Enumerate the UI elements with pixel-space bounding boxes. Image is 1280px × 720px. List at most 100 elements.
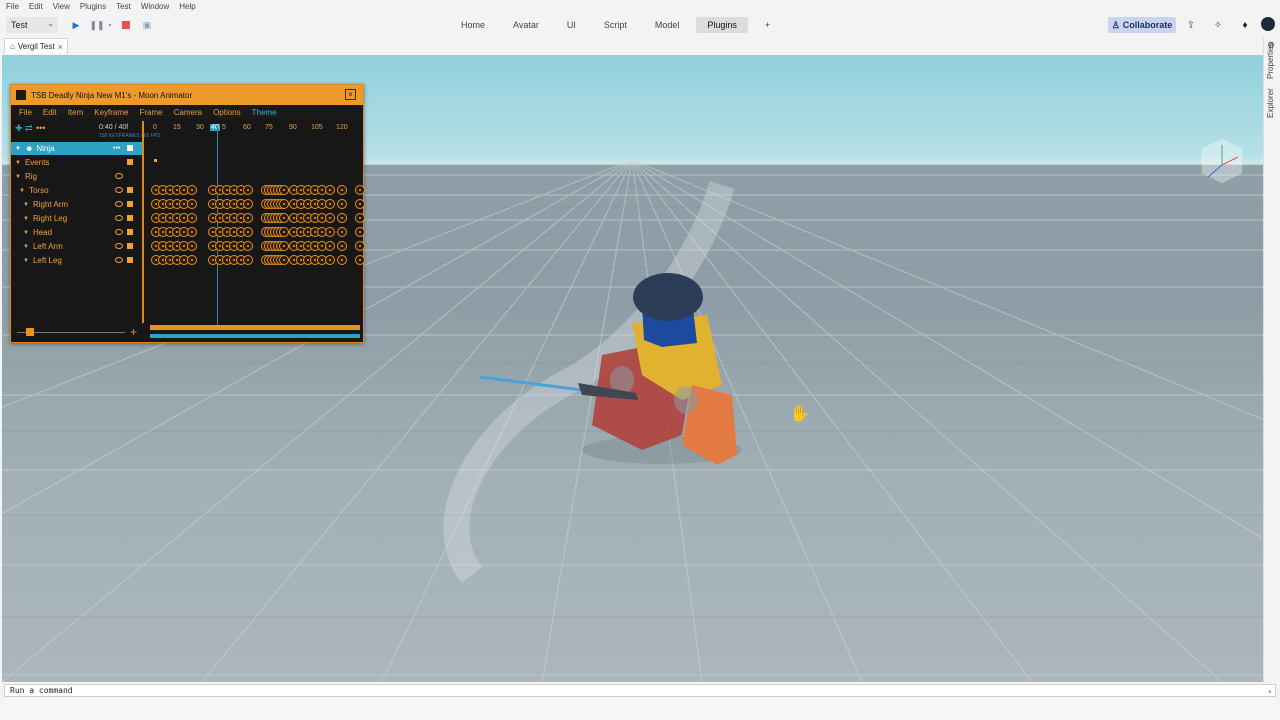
- keyframe-track[interactable]: [150, 240, 365, 253]
- expand-icon[interactable]: ▼: [15, 146, 21, 152]
- collaborate-button[interactable]: ♙ Collaborate: [1108, 17, 1176, 33]
- track-toggle-icon[interactable]: [127, 187, 133, 193]
- eye-icon[interactable]: [115, 201, 123, 207]
- expand-icon[interactable]: ▼: [23, 258, 29, 264]
- keyframe-marker[interactable]: [187, 185, 197, 195]
- keyframe-track[interactable]: [150, 254, 365, 267]
- close-icon[interactable]: ×: [345, 89, 356, 100]
- panel-divider[interactable]: [142, 121, 144, 323]
- keyframe-marker[interactable]: [279, 185, 289, 195]
- command-bar[interactable]: Run a command ▴: [4, 684, 1276, 697]
- keyframe-marker[interactable]: [325, 255, 335, 265]
- track-toggle-icon[interactable]: [127, 257, 133, 263]
- moon-menu-file[interactable]: File: [19, 108, 32, 117]
- keyframe-marker[interactable]: [355, 213, 365, 223]
- tab-model[interactable]: Model: [644, 17, 691, 33]
- track-toggle-icon[interactable]: [127, 201, 133, 207]
- tab-plugins[interactable]: Plugins: [696, 17, 748, 33]
- tab-ui[interactable]: UI: [556, 17, 587, 33]
- keyframe-marker[interactable]: [337, 199, 347, 209]
- keyframe-marker[interactable]: [337, 241, 347, 251]
- expand-icon[interactable]: ▼: [23, 202, 29, 208]
- eye-icon[interactable]: [115, 257, 123, 263]
- menu-view[interactable]: View: [53, 2, 70, 11]
- keyframe-track[interactable]: [150, 226, 365, 239]
- play-icon[interactable]: ▶: [69, 18, 83, 32]
- explorer-tab[interactable]: Explorer: [1266, 82, 1275, 118]
- eye-icon[interactable]: [115, 215, 123, 221]
- tree-item-events[interactable]: ▼ Events: [11, 156, 142, 169]
- expand-icon[interactable]: ▼: [23, 244, 29, 250]
- ninja-character[interactable]: [479, 273, 737, 465]
- keyframe-marker[interactable]: [279, 241, 289, 251]
- properties-tab[interactable]: Properties: [1266, 39, 1275, 79]
- keyframe-track[interactable]: [150, 198, 365, 211]
- eye-icon[interactable]: [115, 173, 123, 179]
- more-icon[interactable]: •••: [113, 145, 120, 152]
- tree-item-left-leg[interactable]: ▼ Left Leg: [11, 254, 142, 267]
- client-server-icon[interactable]: ▣: [140, 18, 154, 32]
- keyframe-marker[interactable]: [243, 227, 253, 237]
- keyframe-marker[interactable]: [337, 227, 347, 237]
- keyframe-marker[interactable]: [355, 255, 365, 265]
- keyframe-marker[interactable]: [279, 227, 289, 237]
- notification-icon[interactable]: ♦: [1238, 18, 1252, 32]
- keyframe-marker[interactable]: [187, 227, 197, 237]
- add-tab-button[interactable]: +: [754, 17, 781, 33]
- track-toggle-icon[interactable]: [127, 243, 133, 249]
- playhead[interactable]: [217, 125, 218, 325]
- keyframe-marker[interactable]: [337, 185, 347, 195]
- keyframe-marker[interactable]: [325, 241, 335, 251]
- keyframe-marker[interactable]: [355, 227, 365, 237]
- expand-icon[interactable]: ▼: [19, 188, 25, 194]
- keyframe-marker[interactable]: [355, 199, 365, 209]
- expand-icon[interactable]: ▼: [15, 160, 21, 166]
- zoom-slider-knob[interactable]: [26, 328, 34, 336]
- expand-icon[interactable]: ▼: [15, 174, 21, 180]
- keyframe-marker[interactable]: [279, 255, 289, 265]
- current-frame-marker[interactable]: 40: [210, 124, 220, 131]
- close-icon[interactable]: ×: [58, 42, 63, 52]
- keyframe-marker[interactable]: [325, 185, 335, 195]
- plus-icon[interactable]: +: [130, 325, 137, 339]
- eye-icon[interactable]: [115, 243, 123, 249]
- keyframe-marker[interactable]: [243, 241, 253, 251]
- track-toggle-icon[interactable]: [127, 159, 133, 165]
- tab-script[interactable]: Script: [593, 17, 638, 33]
- sparkle-icon[interactable]: ✧: [1211, 18, 1225, 32]
- chevron-down-icon[interactable]: ▾: [103, 18, 117, 32]
- chevron-up-icon[interactable]: ▴: [1268, 687, 1272, 695]
- tree-item-rig[interactable]: ▼ Rig: [11, 170, 142, 183]
- keyframe-marker[interactable]: [355, 185, 365, 195]
- keyframe-track[interactable]: [150, 212, 365, 225]
- menu-help[interactable]: Help: [179, 2, 195, 11]
- menu-test[interactable]: Test: [116, 2, 131, 11]
- moon-animator-titlebar[interactable]: TSB Deadly Ninja New M1's - Moon Animato…: [11, 85, 363, 105]
- document-tab[interactable]: ⌂ Vergil Test ×: [4, 38, 68, 54]
- moon-menu-frame[interactable]: Frame: [139, 108, 162, 117]
- track-toggle-icon[interactable]: [127, 215, 133, 221]
- keyframe-marker[interactable]: [187, 199, 197, 209]
- tab-avatar[interactable]: Avatar: [502, 17, 550, 33]
- menu-plugins[interactable]: Plugins: [80, 2, 106, 11]
- menu-edit[interactable]: Edit: [29, 2, 43, 11]
- keyframe-marker[interactable]: [187, 213, 197, 223]
- tree-item-ninja[interactable]: ▼ ☻ Ninja •••: [11, 142, 142, 155]
- keyframe-marker[interactable]: [325, 227, 335, 237]
- eye-icon[interactable]: [115, 187, 123, 193]
- eye-icon[interactable]: [115, 229, 123, 235]
- tab-home[interactable]: Home: [450, 17, 496, 33]
- stop-icon[interactable]: [119, 18, 133, 32]
- keyframe-marker[interactable]: [243, 185, 253, 195]
- keyframe-marker[interactable]: [187, 241, 197, 251]
- keyframe-marker[interactable]: [337, 255, 347, 265]
- moon-menu-keyframe[interactable]: Keyframe: [94, 108, 128, 117]
- moon-menu-camera[interactable]: Camera: [174, 108, 202, 117]
- share-icon[interactable]: ⇪: [1184, 18, 1198, 32]
- timeline-range-bar[interactable]: [150, 334, 360, 338]
- menu-window[interactable]: Window: [141, 2, 169, 11]
- pause-icon[interactable]: ❚❚: [89, 18, 104, 32]
- mode-select[interactable]: Test ⌄: [6, 17, 58, 33]
- keyframe-marker[interactable]: [355, 241, 365, 251]
- timeline-ruler[interactable]: 0:40 / 40f 158 KEYFRAMES / 60 FPS 0 15 3…: [99, 121, 361, 139]
